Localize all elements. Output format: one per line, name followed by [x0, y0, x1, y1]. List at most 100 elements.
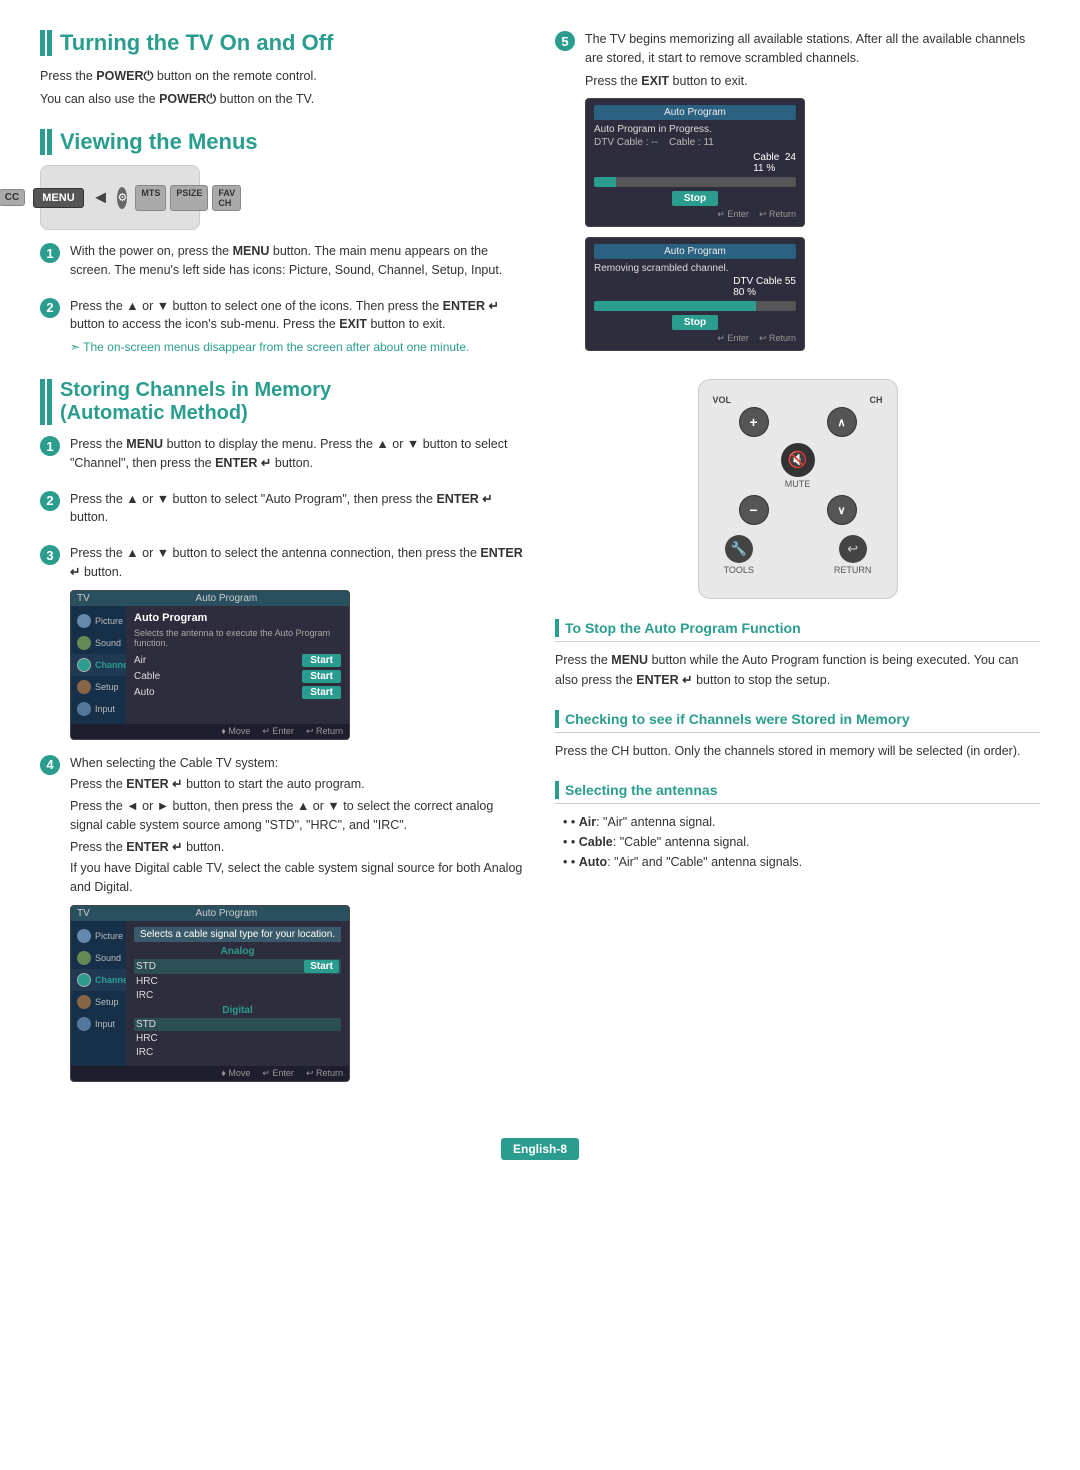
tools-btn-group: 🔧 TOOLS — [724, 535, 754, 575]
analog-section-label: Analog — [134, 946, 341, 957]
to-stop-text: Press the MENU button while the Auto Pro… — [555, 650, 1040, 690]
cable-start-btn[interactable]: Start — [302, 670, 341, 683]
return-label: RETURN — [834, 565, 872, 575]
prog-stop-row-1: Stop — [594, 191, 796, 206]
prog-right-info-2: DTV Cable 5580 % — [594, 276, 796, 298]
to-stop-title: To Stop the Auto Program Function — [555, 619, 1040, 642]
to-stop-heading: To Stop the Auto Program Function — [565, 620, 801, 636]
channel-icon — [77, 658, 91, 672]
prog-status-1: Auto Program in Progress. — [594, 124, 796, 135]
checking-heading: Checking to see if Channels were Stored … — [565, 711, 910, 727]
ap-content-title: Auto Program — [134, 612, 341, 624]
sound-icon — [77, 636, 91, 650]
prog-stop-row-2: Stop — [594, 315, 796, 330]
antenna-cable: • Cable: "Cable" antenna signal. — [555, 832, 1040, 852]
to-stop-section: To Stop the Auto Program Function Press … — [555, 619, 1040, 690]
analog-sidebar-sound: Sound — [71, 947, 126, 969]
turning-tv-title: Turning the TV On and Off — [40, 30, 525, 56]
step-4-text4: If you have Digital cable TV, select the… — [70, 859, 525, 897]
page-footer: English-8 — [501, 1138, 579, 1160]
prog-info-1: DTV Cable : -- Cable : 11 — [594, 137, 796, 148]
analog-std-option: STD Start — [134, 959, 341, 974]
analog-sidebar-input: Input — [71, 1013, 126, 1035]
analog-start-btn[interactable]: Start — [304, 960, 339, 973]
turning-tv-line2: You can also use the POWER⏻ button on th… — [40, 89, 525, 109]
tools-btn[interactable]: 🔧 — [725, 535, 753, 563]
ch-down-btn[interactable]: ∨ — [827, 495, 857, 525]
auto-start-btn[interactable]: Start — [302, 686, 341, 699]
to-stop-bar — [555, 619, 559, 637]
remote-mid-row: 🔇 MUTE — [781, 443, 815, 489]
ap-tv-label: TV — [77, 593, 90, 604]
digital-section-label: Digital — [134, 1005, 341, 1016]
dtv-info-2: DTV Cable 5580 % — [733, 276, 796, 298]
step-4-when: When selecting the Cable TV system: — [70, 754, 525, 773]
turning-tv-intro: Press the POWER⏻ button on the remote co… — [40, 66, 525, 109]
ap-sidebar: Picture Sound Channel — [71, 606, 126, 724]
std-text: STD — [136, 961, 156, 972]
analog-hrc-option: HRC — [134, 975, 341, 988]
storing-step-num-1: 1 — [40, 436, 60, 456]
storing-step-1-content: Press the MENU button to display the men… — [70, 435, 525, 476]
progress-screen-1: Auto Program Auto Program in Progress. D… — [585, 98, 805, 227]
prog-right-info-1: Cable 2411 % — [594, 152, 796, 174]
prog-header-2: Auto Program — [594, 244, 796, 259]
return-btn-group: ↩ RETURN — [834, 535, 872, 575]
ap-option-air: Air Start — [134, 654, 341, 667]
prog-stop-btn-2[interactable]: Stop — [672, 315, 718, 330]
analog-channel-icon — [77, 973, 91, 987]
remote-tools-return: 🔧 TOOLS ↩ RETURN — [724, 535, 872, 575]
analog-picture-icon — [77, 929, 91, 943]
ap-content-desc: Selects the antenna to execute the Auto … — [134, 628, 341, 648]
vol-plus-btn[interactable]: + — [739, 407, 769, 437]
step-1-content: With the power on, press the MENU button… — [70, 242, 525, 283]
prog-bar-2 — [594, 301, 796, 311]
prog-stop-btn-1[interactable]: Stop — [672, 191, 718, 206]
selecting-antennas-section: Selecting the antennas • Air: "Air" ante… — [555, 781, 1040, 872]
storing-step-num-4: 4 — [40, 755, 60, 775]
analog-footer-enter: ↵ Enter — [262, 1068, 294, 1079]
prog-footer-return-1: ↩ Return — [759, 209, 796, 220]
viewing-menus-title: Viewing the Menus — [40, 129, 525, 155]
ch-up-btn[interactable]: ∧ — [827, 407, 857, 437]
analog-header-label: Auto Program — [110, 908, 343, 919]
air-start-btn[interactable]: Start — [302, 654, 341, 667]
progress-screen-2: Auto Program Removing scrambled channel.… — [585, 237, 805, 351]
analog-sidebar: Picture Sound Channel — [71, 921, 126, 1066]
setup-icon — [77, 680, 91, 694]
sidebar-picture: Picture — [71, 610, 126, 632]
analog-sidebar-input-label: Input — [95, 1019, 115, 1029]
step-5: 5 The TV begins memorizing all available… — [555, 30, 1040, 351]
prog-footer-1: ↵ Enter ↩ Return — [594, 209, 796, 220]
step-4-text2: Press the ◄ or ► button, then press the … — [70, 797, 525, 835]
sidebar-channel: Channel — [71, 654, 126, 676]
antenna-list: • Air: "Air" antenna signal. • Cable: "C… — [555, 812, 1040, 872]
ap-option-cable: Cable Start — [134, 670, 341, 683]
analog-irc-option: IRC — [134, 989, 341, 1002]
ap-content-3: Auto Program Selects the antenna to exec… — [126, 606, 349, 724]
footer-row: English-8 — [40, 1118, 1040, 1160]
footer-move: ♦ Move — [221, 726, 250, 737]
mute-btn[interactable]: 🔇 — [781, 443, 815, 477]
storing-step-num-2: 2 — [40, 491, 60, 511]
analog-sidebar-setup: Setup — [71, 991, 126, 1013]
analog-sidebar-channel: Channel — [71, 969, 126, 991]
menu-remote-image: CC MENU ◄ ⚙ MTS PSIZE FAV CH — [40, 165, 200, 230]
turning-tv-line1: Press the POWER⏻ button on the remote co… — [40, 66, 525, 86]
prog-bar-fill-2 — [594, 301, 756, 311]
turning-tv-section: Turning the TV On and Off Press the POWE… — [40, 30, 525, 109]
prog-footer-enter-1: ↵ Enter — [717, 209, 749, 220]
return-btn[interactable]: ↩ — [839, 535, 867, 563]
irc-text: IRC — [136, 990, 153, 1001]
storing-step-3-text: Press the ▲ or ▼ button to select the an… — [70, 544, 525, 582]
favch-btn: FAV CH — [212, 185, 241, 211]
tools-label: TOOLS — [724, 565, 754, 575]
left-arrow: ◄ — [92, 187, 110, 208]
checking-section: Checking to see if Channels were Stored … — [555, 710, 1040, 761]
cable-info-1: Cable 2411 % — [753, 152, 796, 174]
prog-footer-enter-2: ↵ Enter — [717, 333, 749, 344]
storing-step-num-3: 3 — [40, 545, 60, 565]
vol-minus-btn[interactable]: − — [739, 495, 769, 525]
analog-footer-return: ↩ Return — [306, 1068, 343, 1079]
sidebar-input-label: Input — [95, 704, 115, 714]
